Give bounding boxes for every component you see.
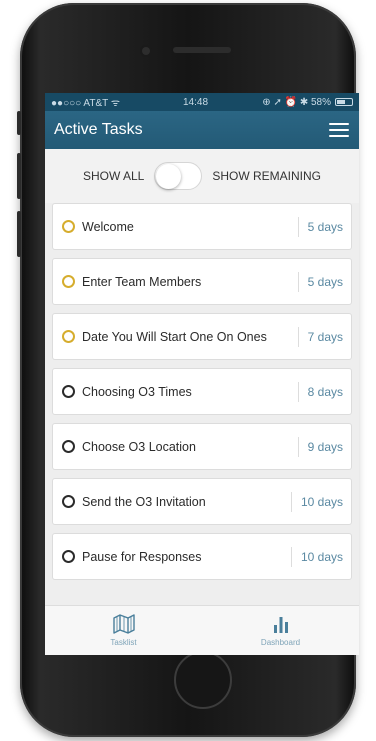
task-duration: 8 days <box>307 384 343 399</box>
task-name: Pause for Responses <box>82 549 202 564</box>
front-camera <box>142 47 150 55</box>
tab-dashboard[interactable]: Dashboard <box>202 606 359 655</box>
task-name: Welcome <box>82 219 134 234</box>
task-status-circle-icon[interactable] <box>62 440 75 453</box>
task-name: Enter Team Members <box>82 274 202 289</box>
volume-down-button <box>17 211 21 257</box>
task-duration: 10 days <box>300 549 343 564</box>
task-duration: 9 days <box>307 439 343 454</box>
task-item[interactable]: Send the O3 Invitation 10 days <box>52 478 352 525</box>
tab-label: Dashboard <box>260 638 301 647</box>
home-button <box>174 651 232 709</box>
show-remaining-label[interactable]: SHOW REMAINING <box>212 169 321 183</box>
status-indicators: ⊕ ➚ ⏰ ✱ 58% <box>262 97 353 108</box>
task-status-circle-icon[interactable] <box>62 220 75 233</box>
task-duration: 5 days <box>307 274 343 289</box>
task-status-circle-icon[interactable] <box>62 275 75 288</box>
hamburger-menu-icon[interactable] <box>329 123 349 137</box>
task-duration: 10 days <box>300 494 343 509</box>
page-title: Active Tasks <box>54 121 143 138</box>
task-duration: 7 days <box>307 329 343 344</box>
status-bar: ●●○○○ AT&T ᯤ 14:48 ⊕ ➚ ⏰ ✱ 58% <box>45 93 359 111</box>
status-indicators-text: ⊕ ➚ ⏰ ✱ 58% <box>262 96 331 108</box>
bar-chart-icon <box>273 617 288 633</box>
switch-knob <box>156 164 182 189</box>
carrier-text: ●●○○○ AT&T ᯤ <box>51 98 120 109</box>
show-all-label[interactable]: SHOW ALL <box>83 169 144 183</box>
mute-switch <box>17 111 21 135</box>
filter-switch[interactable] <box>154 162 203 190</box>
task-status-circle-icon[interactable] <box>62 550 75 563</box>
filter-toggle-row: SHOW ALL SHOW REMAINING <box>45 149 359 203</box>
task-item[interactable]: Choose O3 Location 9 days <box>52 423 352 470</box>
tab-label: Tasklist <box>110 638 137 647</box>
task-list: Welcome 5 days Enter Team Members 5 days… <box>45 203 359 580</box>
tab-tasklist[interactable]: Tasklist <box>45 606 202 655</box>
task-duration: 5 days <box>307 219 343 234</box>
task-item[interactable]: Welcome 5 days <box>52 203 352 250</box>
battery-icon <box>335 98 353 106</box>
clock-text: 14:48 <box>183 96 209 108</box>
task-item[interactable]: Choosing O3 Times 8 days <box>52 368 352 415</box>
task-item[interactable]: Enter Team Members 5 days <box>52 258 352 305</box>
task-name: Date You Will Start One On Ones <box>82 329 267 344</box>
task-status-circle-icon[interactable] <box>62 495 75 508</box>
task-item[interactable]: Pause for Responses 10 days <box>52 533 352 580</box>
tab-bar: Tasklist Dashboard <box>45 605 359 655</box>
task-status-circle-icon[interactable] <box>62 330 75 343</box>
map-icon <box>112 614 135 634</box>
task-status-circle-icon[interactable] <box>62 385 75 398</box>
navigation-bar: Active Tasks <box>45 111 359 149</box>
task-item[interactable]: Date You Will Start One On Ones 7 days <box>52 313 352 360</box>
volume-up-button <box>17 153 21 199</box>
earpiece-speaker <box>173 47 231 53</box>
task-name: Choosing O3 Times <box>82 384 192 399</box>
task-name: Send the O3 Invitation <box>82 494 206 509</box>
task-name: Choose O3 Location <box>82 439 196 454</box>
app-screen: ●●○○○ AT&T ᯤ 14:48 ⊕ ➚ ⏰ ✱ 58% Active Ta… <box>45 93 359 655</box>
